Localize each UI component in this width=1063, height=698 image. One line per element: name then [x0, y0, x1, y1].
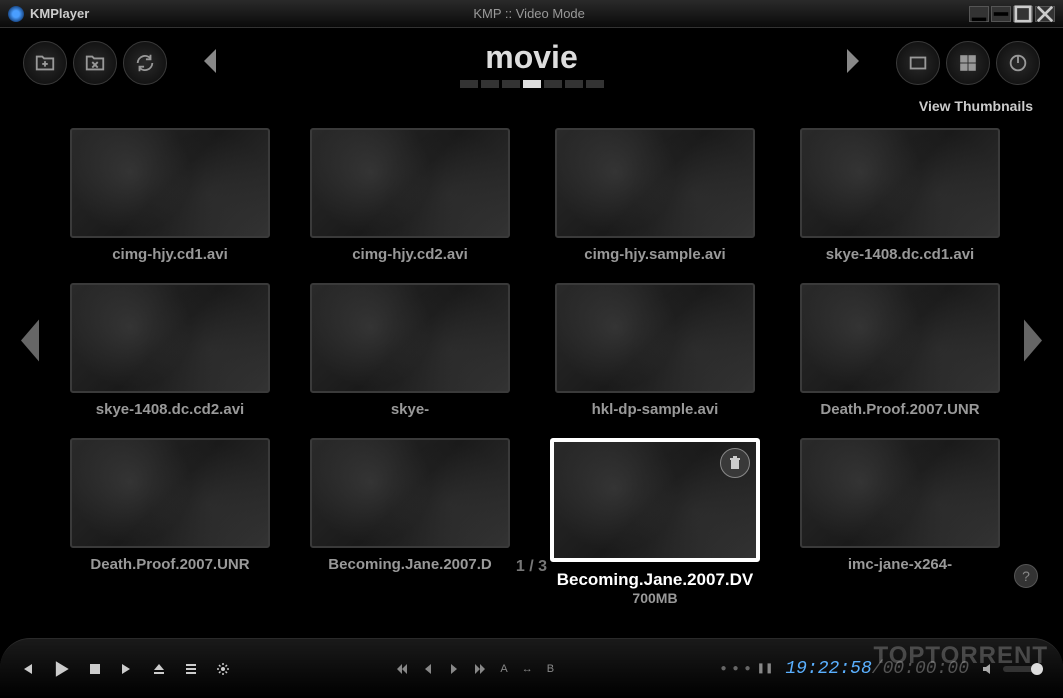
- top-toolbar: movie: [0, 28, 1063, 98]
- next-category-button[interactable]: [813, 47, 893, 80]
- thumbnail-image[interactable]: [800, 128, 1000, 238]
- thumbnail-item[interactable]: hkl-dp-sample.avi: [550, 283, 760, 418]
- thumbnail-item[interactable]: Becoming.Jane.2007.D: [310, 438, 510, 606]
- dot[interactable]: [586, 80, 604, 88]
- gallery: cimg-hjy.cd1.avi cimg-hjy.cd2.avi cimg-hjy…: [0, 98, 1063, 588]
- window-title: KMP :: Video Mode: [89, 6, 969, 21]
- pause-status-icon: ❚❚: [757, 663, 774, 674]
- app-name: KMPlayer: [30, 6, 89, 21]
- thumbnail-label: imc-jane-x264-: [848, 556, 952, 573]
- status-icons: ● ● ● ❚❚: [720, 663, 773, 674]
- forward-fast-icon[interactable]: [474, 663, 486, 675]
- thumbnail-label: cimg-hjy.cd1.avi: [112, 246, 228, 263]
- eject-icon[interactable]: [152, 662, 166, 676]
- dot-active[interactable]: [523, 80, 541, 88]
- ab-a-label[interactable]: A: [500, 663, 507, 675]
- rewind-icon[interactable]: [422, 663, 434, 675]
- thumbnail-grid: cimg-hjy.cd1.avi cimg-hjy.cd2.avi cimg-hjy…: [70, 128, 993, 568]
- dot[interactable]: [565, 80, 583, 88]
- category-dots: [460, 80, 604, 88]
- thumbnail-item[interactable]: skye-: [310, 283, 510, 418]
- thumbnail-item[interactable]: Death.Proof.2007.UNR: [70, 438, 270, 606]
- thumbnail-image[interactable]: [800, 438, 1000, 548]
- rewind-fast-icon[interactable]: [396, 663, 408, 675]
- thumbnail-item[interactable]: imc-jane-x264-: [800, 438, 1000, 606]
- thumbnail-image[interactable]: [555, 128, 755, 238]
- stop-icon[interactable]: [88, 662, 102, 676]
- window-controls: [969, 6, 1055, 22]
- thumbnail-item[interactable]: skye-1408.dc.cd1.avi: [800, 128, 1000, 263]
- thumbnail-label: Becoming.Jane.2007.DV: [557, 570, 754, 590]
- maximize-button[interactable]: [1013, 6, 1033, 22]
- prev-page-button[interactable]: [15, 316, 45, 371]
- prev-track-icon[interactable]: [20, 662, 34, 676]
- titlebar: KMPlayer KMP :: Video Mode: [0, 0, 1063, 28]
- thumbnail-label: skye-1408.dc.cd1.avi: [826, 246, 974, 263]
- category-title: movie: [460, 39, 604, 76]
- delete-icon[interactable]: [720, 448, 750, 478]
- status-dot: ●: [720, 663, 726, 674]
- thumbnail-item[interactable]: Becoming.Jane.2007.DV700MB: [550, 438, 760, 606]
- thumbnail-label: Death.Proof.2007.UNR: [90, 556, 249, 573]
- help-button[interactable]: ?: [1014, 564, 1038, 588]
- thumbnail-size: 700MB: [632, 590, 677, 606]
- remove-folder-button[interactable]: [73, 41, 117, 85]
- thumbnail-label: cimg-hjy.cd2.avi: [352, 246, 468, 263]
- thumbnail-label: skye-1408.dc.cd2.avi: [96, 401, 244, 418]
- seek-controls: A ↔ B: [396, 663, 554, 675]
- forward-icon[interactable]: [448, 663, 460, 675]
- thumbnail-image[interactable]: [70, 283, 270, 393]
- thumbnail-image[interactable]: [550, 438, 760, 562]
- power-button[interactable]: [996, 41, 1040, 85]
- thumbnail-image[interactable]: [310, 438, 510, 548]
- thumbnail-image[interactable]: [310, 128, 510, 238]
- thumbnail-image[interactable]: [70, 438, 270, 548]
- thumbnail-label: Becoming.Jane.2007.D: [328, 556, 491, 573]
- dot[interactable]: [481, 80, 499, 88]
- thumbnail-item[interactable]: cimg-hjy.cd1.avi: [70, 128, 270, 263]
- play-icon[interactable]: [52, 660, 70, 678]
- thumbnail-image[interactable]: [800, 283, 1000, 393]
- next-page-button[interactable]: [1018, 316, 1048, 371]
- thumbnail-label: cimg-hjy.sample.avi: [584, 246, 725, 263]
- status-dot: ●: [732, 663, 738, 674]
- thumbnail-item[interactable]: cimg-hjy.cd2.avi: [310, 128, 510, 263]
- grid-view-button[interactable]: [946, 41, 990, 85]
- thumbnail-image[interactable]: [555, 283, 755, 393]
- thumbnail-image[interactable]: [70, 128, 270, 238]
- thumbnail-item[interactable]: cimg-hjy.sample.avi: [550, 128, 760, 263]
- tray-button[interactable]: [969, 6, 989, 22]
- thumbnail-image[interactable]: [310, 283, 510, 393]
- dot[interactable]: [460, 80, 478, 88]
- watermark: TOPTORRENT: [874, 642, 1048, 670]
- dot[interactable]: [502, 80, 520, 88]
- thumbnail-label: hkl-dp-sample.avi: [592, 401, 719, 418]
- thumbnail-label: Death.Proof.2007.UNR: [820, 401, 979, 418]
- next-track-icon[interactable]: [120, 662, 134, 676]
- thumbnail-item[interactable]: Death.Proof.2007.UNR: [800, 283, 1000, 418]
- minimize-button[interactable]: [991, 6, 1011, 22]
- current-time: 19:22:58: [785, 659, 871, 679]
- dot[interactable]: [544, 80, 562, 88]
- status-dot: ●: [745, 663, 751, 674]
- app-icon: [8, 6, 24, 22]
- fullscreen-button[interactable]: [896, 41, 940, 85]
- playlist-icon[interactable]: [184, 662, 198, 676]
- refresh-button[interactable]: [123, 41, 167, 85]
- play-controls: [20, 660, 230, 678]
- thumbnail-item[interactable]: skye-1408.dc.cd2.avi: [70, 283, 270, 418]
- ab-arrow: ↔: [522, 663, 533, 675]
- thumbnail-label: skye-: [391, 401, 429, 418]
- prev-category-button[interactable]: [170, 47, 250, 80]
- close-button[interactable]: [1035, 6, 1055, 22]
- add-folder-button[interactable]: [23, 41, 67, 85]
- settings-icon[interactable]: [216, 662, 230, 676]
- ab-b-label[interactable]: B: [547, 663, 554, 675]
